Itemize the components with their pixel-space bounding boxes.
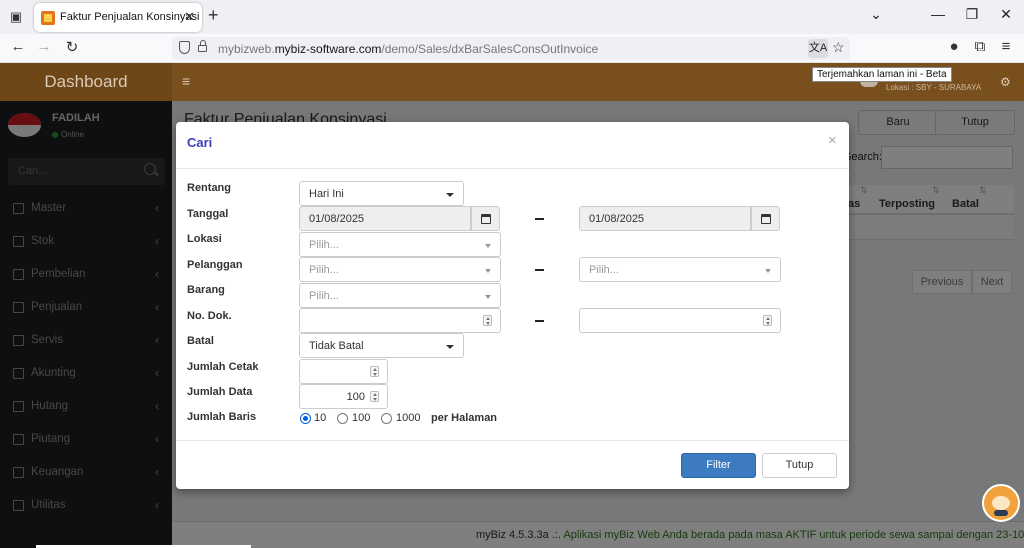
barang-select[interactable]: Pilih... (299, 283, 501, 308)
browser-tab-active[interactable]: Faktur Penjualan Konsinyasi ✕ (34, 3, 202, 32)
bookmark-star-icon[interactable]: ☆ (832, 39, 845, 56)
pelanggan-from-select[interactable]: Pilih... (299, 257, 501, 282)
spinner-icon[interactable] (370, 366, 379, 377)
back-arrow-icon[interactable]: ← (8, 38, 28, 55)
tanggal-to-calendar-button[interactable] (751, 206, 780, 231)
url-bar[interactable]: mybizweb.mybiz-software.com/demo/Sales/d… (172, 37, 850, 60)
batal-value: Tidak Batal (309, 340, 364, 352)
restore-icon[interactable]: ❐ (962, 6, 982, 23)
gears-icon[interactable]: ⚙ (1000, 75, 1011, 89)
radio-baris-100[interactable] (337, 413, 348, 424)
tanggal-from-calendar-button[interactable] (471, 206, 500, 231)
label-jumlah-cetak: Jumlah Cetak (187, 361, 259, 373)
no-dok-from-input[interactable] (299, 308, 501, 333)
location-label: Lokasi : SBY - SURABAYA (886, 83, 982, 92)
chevron-down-icon (485, 269, 491, 273)
translate-tooltip: Terjemahkan laman ini - Beta (812, 67, 952, 82)
close-button[interactable]: Tutup (762, 453, 837, 478)
per-halaman-label: per Halaman (431, 412, 498, 424)
menu-icon[interactable]: ≡ (996, 38, 1016, 55)
batal-select[interactable]: Tidak Batal (299, 333, 464, 358)
radio-baris-1000-label[interactable]: 1000 (396, 412, 420, 424)
rentang-value: Hari Ini (309, 188, 344, 200)
label-batal: Batal (187, 335, 214, 347)
tanggal-to-input[interactable]: 01/08/2025 (579, 206, 751, 231)
radio-baris-1000[interactable] (381, 413, 392, 424)
translate-icon[interactable]: 文A (808, 39, 828, 58)
rentang-select[interactable]: Hari Ini (299, 181, 464, 206)
radio-baris-100-label[interactable]: 100 (352, 412, 370, 424)
label-jumlah-baris: Jumlah Baris (187, 411, 257, 423)
label-lokasi: Lokasi (187, 233, 222, 245)
barang-placeholder: Pilih... (309, 290, 339, 302)
spinner-icon[interactable] (370, 391, 379, 402)
range-dash (535, 218, 544, 220)
browser-tab-bar: ▣ Faktur Penjualan Konsinyasi ✕ + ⌄ — ❐ … (0, 0, 1024, 34)
pelanggan-to-placeholder: Pilih... (589, 264, 619, 276)
chevron-down-icon (765, 269, 771, 273)
jumlah-data-value: 100 (346, 391, 365, 403)
pelanggan-from-placeholder: Pilih... (309, 264, 339, 276)
search-modal: Cari × Rentang Tanggal Lokasi Pelanggan … (176, 122, 849, 489)
label-barang: Barang (187, 284, 225, 296)
new-tab-icon[interactable]: + (208, 5, 219, 26)
chevron-down-icon (446, 193, 454, 197)
modal-footer: Filter Tutup (176, 440, 849, 489)
radio-baris-10[interactable] (300, 413, 311, 424)
lokasi-select[interactable]: Pilih... (299, 232, 501, 257)
modal-title: Cari (187, 135, 213, 150)
radio-baris-10-label[interactable]: 10 (314, 412, 326, 424)
site-favicon-icon (41, 11, 55, 25)
forward-arrow-icon[interactable]: → (34, 38, 54, 55)
tracking-shield-icon[interactable] (179, 41, 190, 54)
chevron-down-icon (485, 295, 491, 299)
assistant-mascot-icon[interactable] (982, 484, 1020, 522)
chevron-down-icon (485, 244, 491, 248)
account-icon[interactable]: ● (944, 38, 964, 55)
modal-close-icon[interactable]: × (828, 132, 837, 149)
tab-list-icon[interactable]: ▣ (6, 7, 26, 27)
label-no-dok: No. Dok. (187, 310, 232, 322)
jumlah-cetak-input[interactable] (299, 359, 388, 384)
label-jumlah-data: Jumlah Data (187, 386, 253, 398)
window-close-icon[interactable]: ✕ (996, 6, 1016, 23)
tab-close-icon[interactable]: ✕ (184, 9, 195, 25)
tab-title: Faktur Penjualan Konsinyasi (60, 11, 200, 23)
tanggal-from-input[interactable]: 01/08/2025 (299, 206, 471, 231)
tanggal-from-value: 01/08/2025 (309, 213, 365, 225)
tab-overflow-chevron-icon[interactable]: ⌄ (866, 6, 886, 23)
label-tanggal: Tanggal (187, 208, 229, 220)
filter-button[interactable]: Filter (681, 453, 756, 478)
minimize-icon[interactable]: — (928, 6, 948, 22)
spinner-icon[interactable] (483, 315, 492, 326)
label-pelanggan: Pelanggan (187, 259, 243, 271)
lokasi-placeholder: Pilih... (309, 239, 339, 251)
no-dok-to-input[interactable] (579, 308, 781, 333)
calendar-icon (481, 214, 491, 224)
spinner-icon[interactable] (763, 315, 772, 326)
app-brand[interactable]: Dashboard (0, 63, 172, 101)
modal-header: Cari × (176, 122, 849, 169)
jumlah-data-input[interactable]: 100 (299, 384, 388, 409)
lock-icon[interactable] (198, 40, 207, 52)
range-dash (535, 320, 544, 322)
range-dash (535, 269, 544, 271)
sidebar-toggle-icon[interactable]: ≡ (182, 73, 190, 89)
chevron-down-icon (446, 345, 454, 349)
tanggal-to-value: 01/08/2025 (589, 213, 645, 225)
label-rentang: Rentang (187, 182, 231, 194)
reload-icon[interactable]: ↻ (62, 38, 82, 56)
url-text[interactable]: mybizweb.mybiz-software.com/demo/Sales/d… (218, 42, 598, 56)
calendar-icon (761, 214, 771, 224)
extensions-icon[interactable]: ⧉ (970, 38, 990, 55)
browser-nav-bar: ← → ↻ mybizweb.mybiz-software.com/demo/S… (0, 34, 1024, 63)
pelanggan-to-select[interactable]: Pilih... (579, 257, 781, 282)
